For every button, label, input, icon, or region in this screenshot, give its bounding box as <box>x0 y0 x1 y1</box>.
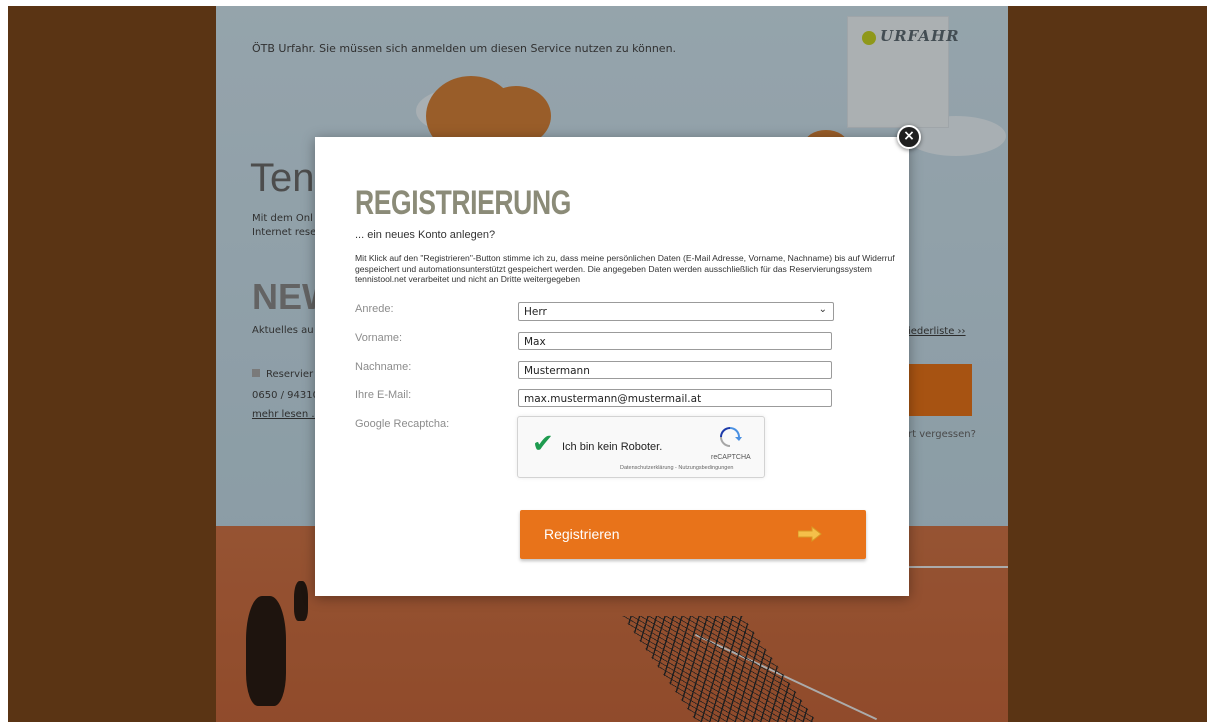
player-silhouette <box>294 581 308 621</box>
captcha-links[interactable]: Datenschutzerklärung - Nutzungsbedingung… <box>620 465 733 471</box>
arrow-right-icon <box>798 526 822 542</box>
anrede-label: Anrede: <box>355 303 394 315</box>
court-line <box>694 633 878 721</box>
news-phone: 0650 / 94310 <box>252 390 319 401</box>
news-item: Reservier <box>252 368 313 381</box>
modal-subtitle: ... ein neues Konto anlegen? <box>355 229 496 241</box>
captcha-text: Ich bin kein Roboter. <box>562 441 663 453</box>
chevron-down-icon: ⌄ <box>818 304 827 315</box>
anrede-value: Herr <box>524 306 547 318</box>
checkmark-icon[interactable]: ✔ <box>532 429 554 459</box>
logo-text: URFAHR <box>880 27 960 45</box>
register-button-label: Registrieren <box>544 526 620 542</box>
document-icon <box>252 369 260 377</box>
tennis-ball-icon <box>862 31 876 45</box>
recaptcha-widget[interactable]: ✔ Ich bin kein Roboter. reCAPTCHA Datens… <box>517 416 765 478</box>
consent-text: Mit Klick auf den "Registrieren"-Button … <box>355 253 895 284</box>
page-intro: ÖTB Urfahr. Sie müssen sich anmelden um … <box>252 42 677 55</box>
modal-title: REGISTRIERUNG <box>355 184 571 222</box>
anrede-select[interactable]: Herr ⌄ <box>518 302 834 321</box>
news-item-title: Reservier <box>266 369 314 380</box>
club-logo[interactable]: URFAHR <box>847 16 959 128</box>
close-icon[interactable]: × <box>897 125 921 149</box>
captcha-brand: reCAPTCHA <box>711 454 751 461</box>
captcha-label: Google Recaptcha: <box>355 418 450 430</box>
cloud <box>416 86 526 136</box>
email-field[interactable]: max.mustermann@mustermail.at <box>518 389 832 407</box>
email-label: Ihre E-Mail: <box>355 389 412 401</box>
page-description: Mit dem Onl <box>252 213 313 224</box>
register-button[interactable]: Registrieren <box>520 510 866 559</box>
vorname-field[interactable]: Max <box>518 332 832 350</box>
member-list-link[interactable]: iederliste ›› <box>908 326 966 337</box>
more-link[interactable]: mehr lesen ... <box>252 409 321 420</box>
login-button[interactable] <box>906 364 972 416</box>
nachname-label: Nachname: <box>355 361 412 373</box>
vorname-label: Vorname: <box>355 332 403 344</box>
cloud <box>906 116 1006 156</box>
nachname-field[interactable]: Mustermann <box>518 361 832 379</box>
tennis-net <box>622 616 820 722</box>
news-subtitle: Aktuelles au <box>252 325 314 336</box>
registration-modal: REGISTRIERUNG ... ein neues Konto anlege… <box>315 137 909 596</box>
password-forgot-link[interactable]: rt vergessen? <box>908 428 976 441</box>
page-description: Internet rese <box>252 227 317 238</box>
player-silhouette <box>246 596 286 706</box>
recaptcha-logo-icon <box>720 427 742 447</box>
